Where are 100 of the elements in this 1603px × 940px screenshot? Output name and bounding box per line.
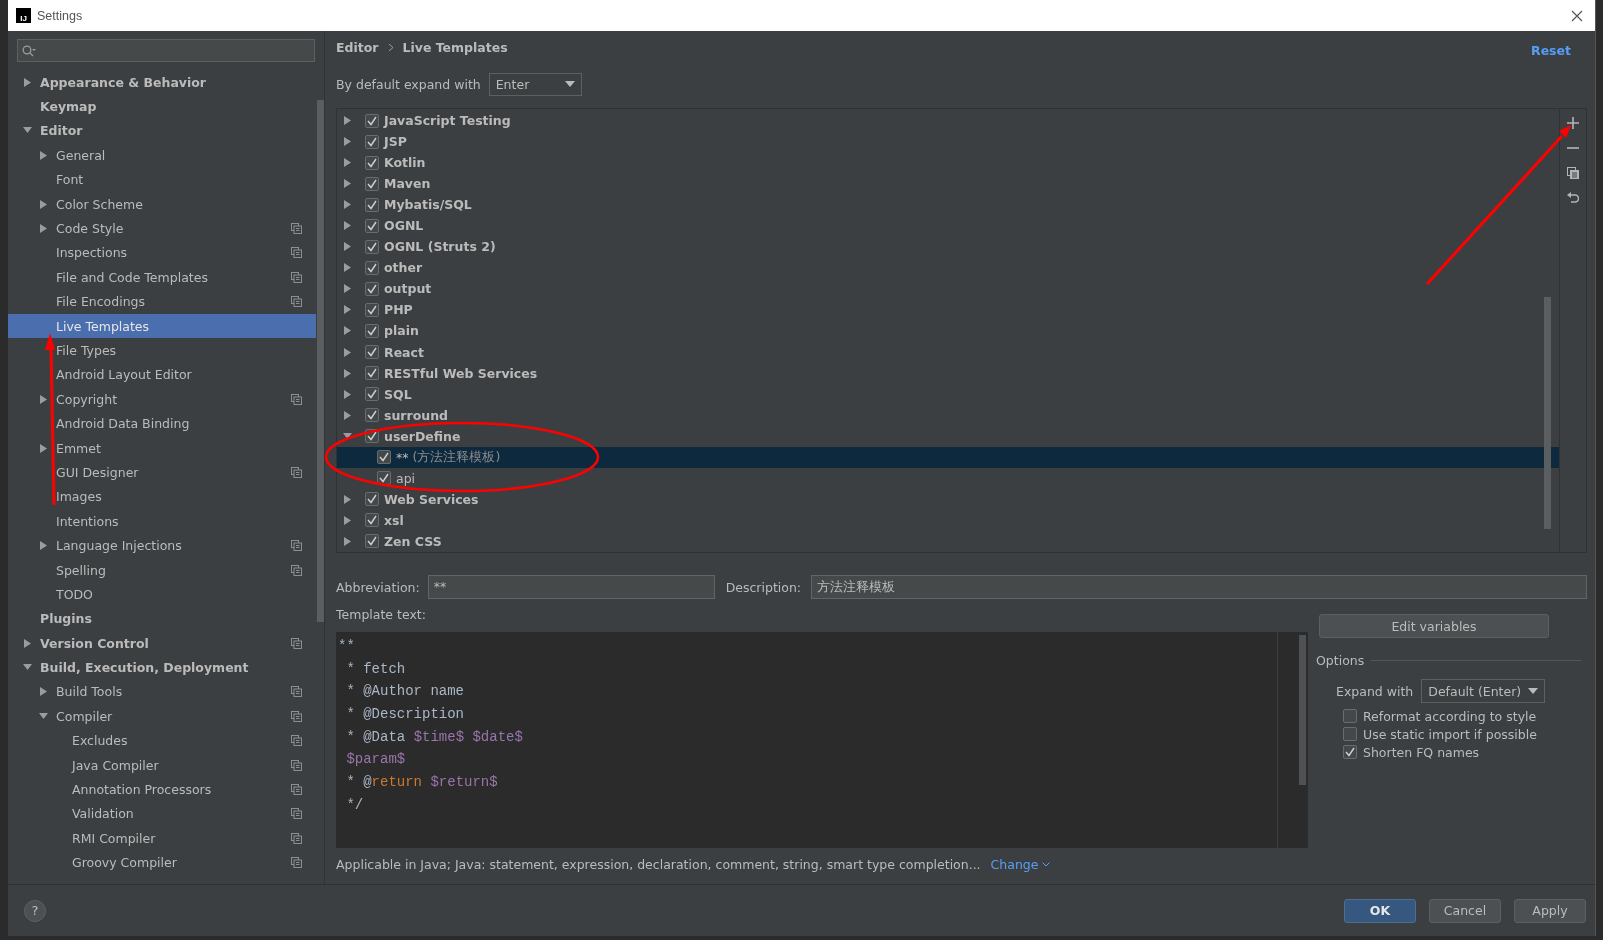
checkbox[interactable] <box>365 302 379 317</box>
sidebar-item[interactable]: General <box>8 143 316 168</box>
checkbox[interactable] <box>1343 745 1357 759</box>
template-group-row[interactable]: Kotlin <box>337 152 1559 174</box>
template-group-row[interactable]: JavaScript Testing <box>337 110 1559 132</box>
sidebar-item[interactable]: Version Control <box>8 631 316 656</box>
reset-link[interactable]: Reset <box>1531 42 1571 58</box>
sidebar-item[interactable]: File Encodings <box>8 289 316 314</box>
template-group-row[interactable]: Mybatis/SQL <box>337 194 1559 216</box>
checkbox[interactable] <box>365 345 379 360</box>
search-field[interactable] <box>17 39 315 62</box>
edit-variables-button[interactable]: Edit variables <box>1319 614 1549 638</box>
sidebar-item[interactable]: Appearance & Behavior <box>8 70 316 95</box>
abbreviation-field[interactable]: ** <box>427 575 715 599</box>
sidebar-item[interactable]: File and Code Templates <box>8 265 316 290</box>
close-icon[interactable] <box>1571 9 1583 22</box>
dialog-button[interactable]: OK <box>1344 898 1416 923</box>
template-group-row[interactable]: OGNL <box>337 215 1559 237</box>
checkbox[interactable] <box>365 366 379 381</box>
sidebar-item[interactable]: Copyright <box>8 387 316 412</box>
dialog-button[interactable]: Apply <box>1514 898 1586 923</box>
sidebar-item[interactable]: Live Templates <box>8 313 316 339</box>
sidebar-item[interactable]: Font <box>8 167 316 192</box>
sidebar-item[interactable]: TODO <box>8 582 316 607</box>
template-group-row[interactable]: JSP <box>337 131 1559 153</box>
template-row[interactable]: ** (方法注释模板) <box>337 446 1559 468</box>
description-field[interactable]: 方法注释模板 <box>811 575 1587 599</box>
template-group-row[interactable]: PHP <box>337 299 1559 321</box>
template-group-row[interactable]: Maven <box>337 173 1559 195</box>
template-group-row[interactable]: Web Services <box>337 488 1559 510</box>
sidebar-item[interactable]: Android Data Binding <box>8 411 316 436</box>
template-group-row[interactable]: xsl <box>337 509 1559 531</box>
change-link[interactable]: Change <box>990 856 1051 872</box>
template-row[interactable]: api <box>337 467 1559 489</box>
code-line: */ <box>345 795 365 815</box>
checkbox-label: Shorten FQ names <box>1363 744 1480 760</box>
undo-icon[interactable] <box>1567 192 1579 204</box>
copy-icon[interactable] <box>1567 167 1579 179</box>
sidebar-item[interactable]: Spelling <box>8 557 316 583</box>
sidebar-item[interactable]: Code Style <box>8 216 316 241</box>
sidebar-item[interactable]: RMI Compiler <box>8 826 316 851</box>
sidebar-item[interactable]: File Types <box>8 338 316 363</box>
template-group-row[interactable]: plain <box>337 320 1559 342</box>
sidebar-item[interactable]: Groovy Compiler <box>8 850 316 875</box>
sidebar-item[interactable]: Compiler <box>8 704 316 729</box>
sidebar-item[interactable]: Color Scheme <box>8 191 316 217</box>
checkbox[interactable] <box>377 471 391 486</box>
checkbox[interactable] <box>365 113 379 128</box>
template-group-row[interactable]: RESTful Web Services <box>337 362 1559 384</box>
checkbox[interactable] <box>365 492 379 507</box>
checkbox[interactable] <box>365 155 379 170</box>
checkbox[interactable] <box>365 218 379 233</box>
template-group-row[interactable]: SQL <box>337 383 1559 405</box>
template-group-row[interactable]: React <box>337 341 1559 363</box>
sidebar-item[interactable]: Build, Execution, Deployment <box>8 655 316 680</box>
checkbox[interactable] <box>365 513 379 528</box>
search-icon <box>22 44 36 57</box>
sidebar-item[interactable]: Plugins <box>8 606 316 631</box>
scrollbar[interactable] <box>1299 635 1306 785</box>
template-group-row[interactable]: output <box>337 278 1559 300</box>
sidebar-item[interactable]: GUI Designer <box>8 460 316 485</box>
checkbox[interactable] <box>365 534 379 549</box>
help-button[interactable]: ? <box>24 899 46 922</box>
template-group-row[interactable]: surround <box>337 404 1559 426</box>
checkbox[interactable] <box>365 176 379 191</box>
checkbox[interactable] <box>365 281 379 296</box>
template-group-row[interactable]: other <box>337 257 1559 279</box>
sidebar-item[interactable]: Emmet <box>8 435 316 461</box>
sidebar-item[interactable]: Validation <box>8 801 316 827</box>
sidebar-item[interactable]: Build Tools <box>8 679 316 705</box>
checkbox[interactable] <box>365 324 379 338</box>
checkbox[interactable] <box>365 239 379 254</box>
sidebar-item[interactable]: Annotation Processors <box>8 777 316 802</box>
template-group-row[interactable]: OGNL (Struts 2) <box>337 236 1559 258</box>
dialog-button[interactable]: Cancel <box>1429 898 1501 923</box>
sidebar-item[interactable]: Keymap <box>8 94 316 119</box>
sidebar-item[interactable]: Android Layout Editor <box>8 362 316 388</box>
sidebar-item[interactable]: Images <box>8 484 316 510</box>
scrollbar[interactable] <box>1544 297 1551 529</box>
checkbox[interactable] <box>365 408 379 423</box>
expand-with-dropdown[interactable]: Default (Enter) <box>1421 679 1546 703</box>
sidebar-item[interactable]: Excludes <box>8 728 316 753</box>
sidebar-item[interactable]: Editor <box>8 118 316 144</box>
checkbox[interactable] <box>365 134 379 149</box>
sidebar-item[interactable]: Intentions <box>8 509 316 534</box>
checkbox[interactable] <box>377 450 391 465</box>
checkbox[interactable] <box>365 197 379 212</box>
scrollbar[interactable] <box>317 100 324 622</box>
checkbox[interactable] <box>1343 727 1357 741</box>
sidebar-item[interactable]: Inspections <box>8 240 316 266</box>
checkbox[interactable] <box>1343 709 1357 723</box>
template-group-row[interactable]: userDefine <box>337 425 1559 447</box>
template-group-row[interactable]: Zen CSS <box>337 530 1559 552</box>
sidebar-item[interactable]: Language Injections <box>8 533 316 558</box>
sidebar-item[interactable]: Java Compiler <box>8 752 316 778</box>
template-text-editor[interactable]: ** * fetch * @Author name * @Description * @Data $time$ $date$ $param$ * @return $return$ */ <box>336 632 1308 848</box>
checkbox[interactable] <box>365 260 379 275</box>
checkbox[interactable] <box>365 387 379 402</box>
expand-key-dropdown[interactable]: Enter <box>488 72 582 96</box>
plus-icon[interactable] <box>1567 117 1579 129</box>
